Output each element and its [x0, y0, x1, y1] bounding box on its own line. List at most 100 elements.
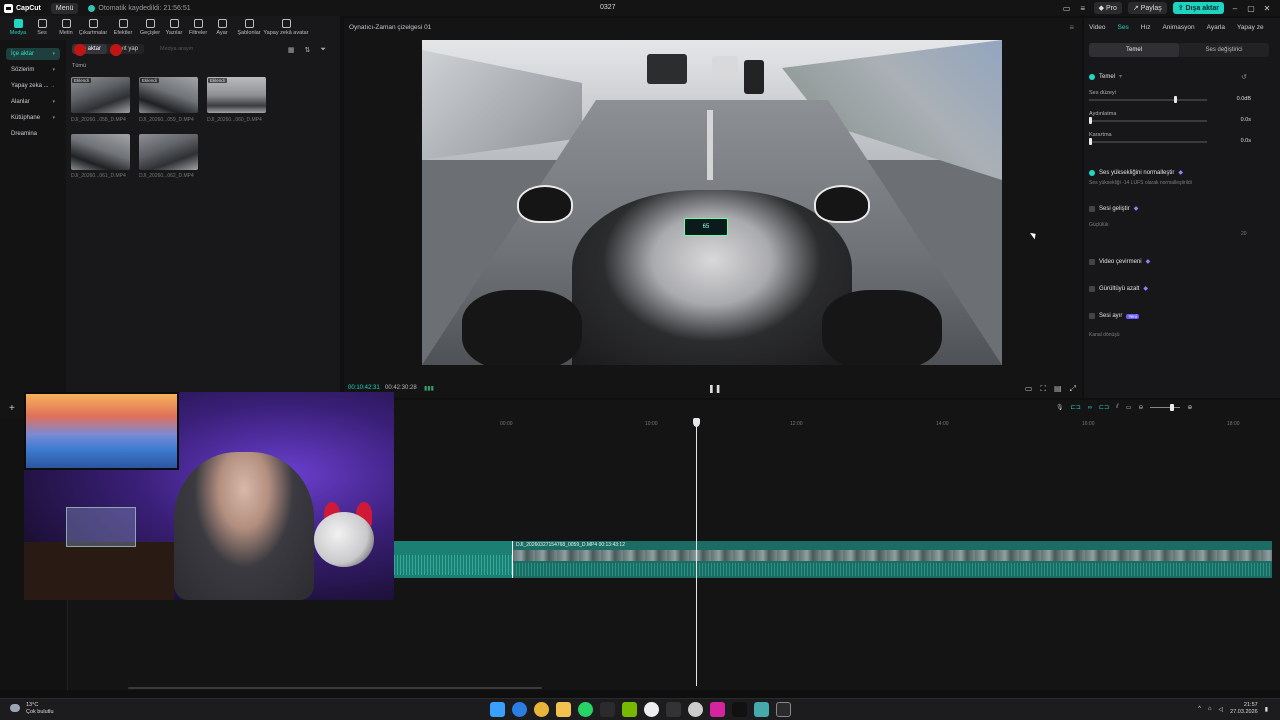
- export-button[interactable]: ⇪ Dışa aktar: [1172, 2, 1224, 14]
- pro-button[interactable]: ◆ Pro: [1093, 2, 1122, 14]
- app-icon[interactable]: [688, 702, 703, 717]
- toggle-on-icon[interactable]: [1089, 169, 1095, 176]
- weather-widget[interactable]: 13°C Çok bulutlu: [10, 702, 54, 716]
- tab-speed[interactable]: Hız: [1141, 24, 1151, 31]
- crop-icon[interactable]: ⛶: [1040, 384, 1046, 394]
- tab-video[interactable]: Video: [1089, 24, 1106, 31]
- tiktok-icon[interactable]: [732, 702, 747, 717]
- project-title[interactable]: 0327: [600, 4, 616, 11]
- tool-audio[interactable]: Ses: [30, 16, 54, 36]
- ratio-icon[interactable]: ▭: [1025, 384, 1033, 394]
- fullscreen-icon[interactable]: ⤢: [1070, 384, 1076, 394]
- aspect-icon[interactable]: ▤: [1054, 384, 1062, 394]
- checkbox-icon[interactable]: [1089, 205, 1095, 212]
- subtab-voice-changer[interactable]: Ses değiştirici: [1179, 43, 1269, 57]
- chevron-up-icon[interactable]: ^: [1198, 706, 1201, 712]
- app-icon[interactable]: [666, 702, 681, 717]
- normalize-loudness[interactable]: Ses yüksekliğini normalleştir ◆: [1089, 169, 1183, 176]
- timeline-scrollbar[interactable]: [128, 687, 542, 689]
- grid-view-icon[interactable]: ▦: [288, 46, 295, 54]
- media-search-input[interactable]: Medya arayın: [160, 46, 193, 52]
- tool-text[interactable]: Metin: [54, 16, 78, 36]
- volume-icon[interactable]: ◁: [1219, 706, 1224, 713]
- magnet-icon[interactable]: ⊏⊐: [1071, 404, 1081, 411]
- previous-clip[interactable]: [394, 541, 512, 578]
- tab-animation[interactable]: Animasyon: [1162, 24, 1194, 31]
- app-icon[interactable]: [644, 702, 659, 717]
- edge-icon[interactable]: [512, 702, 527, 717]
- media-clip[interactable]: Eklendi: [71, 77, 130, 113]
- separate-audio[interactable]: Sesi ayır Yeni: [1089, 313, 1139, 319]
- tab-audio[interactable]: Ses: [1118, 24, 1129, 31]
- tool-transitions[interactable]: Geçişler: [138, 16, 162, 36]
- minimize-icon[interactable]: –: [1230, 4, 1240, 13]
- video-track[interactable]: DJI_20260327154768_0059_D.MP4 00:13:43:1…: [394, 541, 1272, 578]
- checkbox-icon[interactable]: [1089, 285, 1095, 292]
- tool-ai-avatar[interactable]: Yapay zekâ avatar: [263, 16, 309, 36]
- start-icon[interactable]: [490, 702, 505, 717]
- tab-adjust[interactable]: Ayarla: [1207, 24, 1225, 31]
- nav-lyrics[interactable]: Sözlerim ▾: [6, 64, 60, 76]
- toggle-on-icon[interactable]: [1089, 73, 1095, 80]
- volume-value[interactable]: 0.0dB: [1217, 96, 1251, 105]
- capcut-taskbar-icon[interactable]: [600, 702, 615, 717]
- selected-clip[interactable]: DJI_20260327154768_0059_D.MP4 00:13:43:1…: [512, 541, 1272, 578]
- subtab-basic[interactable]: Temel: [1089, 43, 1179, 57]
- tool-effects[interactable]: Efektler: [108, 16, 138, 36]
- instagram-icon[interactable]: [710, 702, 725, 717]
- filter-icon[interactable]: ⏷: [320, 46, 326, 54]
- folder-icon[interactable]: [556, 702, 571, 717]
- tool-media[interactable]: Medya: [6, 16, 30, 36]
- reduce-noise[interactable]: Gürültüyü azalt ◆: [1089, 285, 1148, 292]
- network-icon[interactable]: ⌂: [1208, 706, 1212, 712]
- enhance-voice[interactable]: Sesi geliştir ◆: [1089, 205, 1138, 212]
- capcut-active-icon[interactable]: [776, 702, 791, 717]
- video-translator[interactable]: Video çevirmeni ◆: [1089, 258, 1150, 265]
- volume-slider[interactable]: Ses düzeyi 0.0dB: [1089, 90, 1269, 103]
- tool-captions[interactable]: Yazılar: [162, 16, 186, 36]
- clock[interactable]: 21:57 27.03.2026: [1230, 702, 1258, 716]
- sort-icon[interactable]: ⇅: [305, 46, 311, 54]
- notification-icon[interactable]: ▮: [1265, 706, 1268, 713]
- nvidia-icon[interactable]: [622, 702, 637, 717]
- layout-icon[interactable]: ▭: [1062, 4, 1072, 13]
- fade-out-value[interactable]: 0.0s: [1217, 138, 1251, 147]
- checkbox-icon[interactable]: [1089, 313, 1095, 319]
- basic-section[interactable]: Temel ▾: [1089, 73, 1122, 80]
- split-icon[interactable]: ⫽: [1116, 404, 1119, 411]
- media-clip[interactable]: [71, 134, 130, 170]
- tab-ai[interactable]: Yapay ze: [1237, 24, 1264, 31]
- preview-axis-icon[interactable]: ⊏⊐: [1099, 404, 1109, 411]
- tool-templates[interactable]: Şablonlar: [234, 16, 264, 36]
- maximize-icon[interactable]: ▢: [1246, 4, 1256, 13]
- nav-ai[interactable]: Yapay zeka ... →: [6, 80, 60, 92]
- chrome-icon[interactable]: [534, 702, 549, 717]
- tool-stickers[interactable]: Çıkartmalar: [78, 16, 108, 36]
- microphone-icon[interactable]: 🎙: [1056, 404, 1064, 411]
- app-icon[interactable]: [754, 702, 769, 717]
- share-button[interactable]: ↗ Paylaş: [1127, 2, 1167, 14]
- close-icon[interactable]: ✕: [1262, 4, 1272, 13]
- nav-library[interactable]: Kütüphane ▾: [6, 112, 60, 124]
- zoom-slider[interactable]: [1150, 404, 1181, 410]
- pause-icon[interactable]: ❚❚: [708, 384, 721, 393]
- playhead[interactable]: [696, 418, 697, 686]
- zoom-in-icon[interactable]: ⊕: [1187, 404, 1192, 411]
- media-clip[interactable]: Eklendi: [207, 77, 266, 113]
- nav-dreamina[interactable]: Dreamina: [6, 128, 60, 140]
- video-preview[interactable]: 65: [422, 40, 1002, 365]
- menu-button[interactable]: Menü: [50, 2, 79, 14]
- fade-in-slider[interactable]: Aydınlatma 0.0s: [1089, 111, 1269, 124]
- whatsapp-icon[interactable]: [578, 702, 593, 717]
- nav-import[interactable]: İçe aktar ▾: [6, 48, 60, 60]
- menu-icon[interactable]: ≡: [1069, 23, 1074, 32]
- checkbox-icon[interactable]: [1089, 258, 1095, 265]
- zoom-out-icon[interactable]: ⊖: [1138, 404, 1143, 411]
- link-icon[interactable]: ∞: [1088, 405, 1092, 411]
- fade-out-slider[interactable]: Karartma 0.0s: [1089, 132, 1269, 145]
- caption-icon[interactable]: ▭: [1126, 404, 1132, 411]
- list-icon[interactable]: ≡: [1078, 4, 1088, 13]
- tool-filters[interactable]: Filtreler: [186, 16, 210, 36]
- media-clip[interactable]: [139, 134, 198, 170]
- reset-icon[interactable]: ↺: [1241, 73, 1247, 81]
